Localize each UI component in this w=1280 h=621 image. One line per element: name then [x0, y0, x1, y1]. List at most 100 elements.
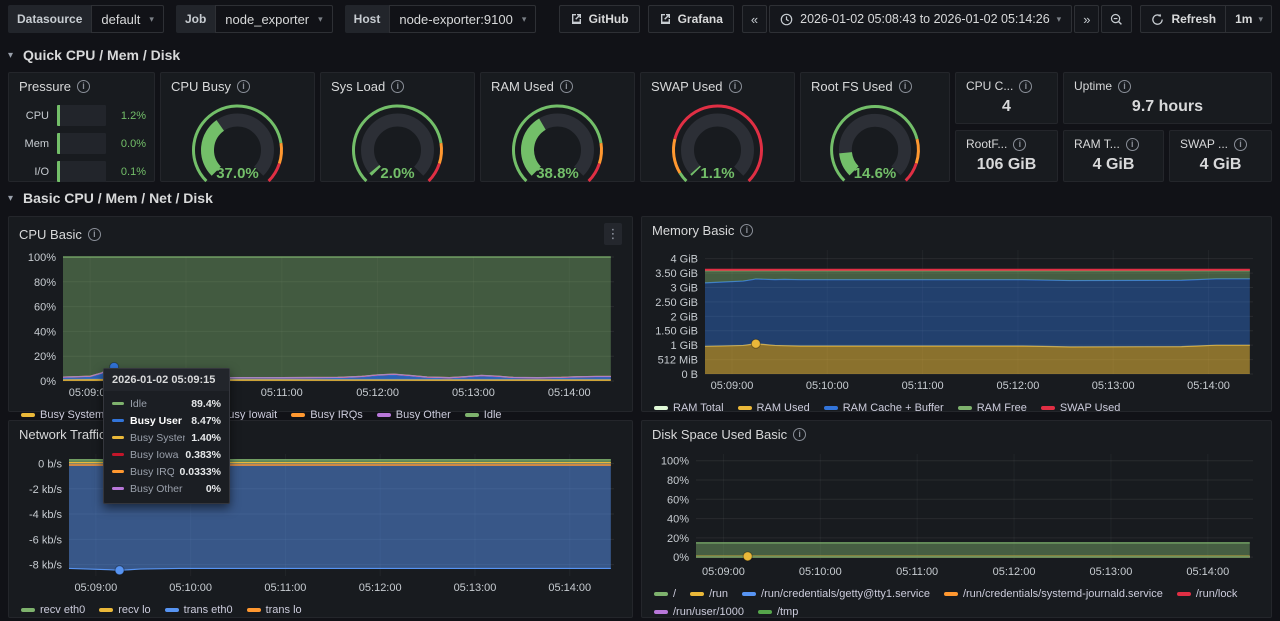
legend-label: /run/credentials/systemd-journald.servic…: [963, 587, 1163, 601]
legend-item[interactable]: RAM Free: [958, 401, 1027, 415]
legend-swatch: [165, 608, 179, 612]
pressure-value: 0.0%: [114, 138, 146, 150]
legend-swatch: [654, 592, 668, 596]
topbar: Datasource default▾ Job node_exporter▾ H…: [0, 0, 1280, 38]
refresh-button[interactable]: Refresh: [1151, 12, 1216, 26]
legend-item[interactable]: /: [654, 587, 676, 601]
gauge-value: 1.1%: [641, 165, 794, 182]
panel-title[interactable]: SWAP ...i: [1170, 131, 1271, 155]
info-icon: i: [740, 224, 753, 237]
datasource-value[interactable]: default▾: [91, 5, 164, 33]
svg-text:-4 kb/s: -4 kb/s: [29, 509, 63, 521]
host-value[interactable]: node-exporter:9100▾: [389, 5, 536, 33]
legend-swatch: [1041, 406, 1055, 410]
legend-item[interactable]: RAM Total: [654, 401, 724, 415]
legend-label: /run/user/1000: [673, 605, 744, 619]
legend-item[interactable]: trans lo: [247, 603, 302, 617]
legend-item[interactable]: SWAP Used: [1041, 401, 1121, 415]
panel-title[interactable]: CPU C...i: [956, 73, 1057, 97]
legend-swatch: [958, 406, 972, 410]
series-swatch: [112, 402, 124, 406]
tooltip-row: Busy Other0%: [104, 480, 229, 497]
zoom-out-button[interactable]: [1101, 5, 1132, 33]
legend-swatch: [377, 413, 391, 417]
panel-title[interactable]: Sys Loadi: [321, 73, 474, 98]
svg-text:05:13:00: 05:13:00: [454, 582, 497, 594]
legend-swatch: [824, 406, 838, 410]
topbar-controls: GitHub Grafana « 2026-01-02 05:08:43 to …: [559, 5, 1272, 33]
time-shift-forward-button[interactable]: »: [1074, 5, 1099, 33]
series-value: 8.47%: [191, 415, 221, 427]
pressure-bar: [57, 161, 106, 182]
chart-canvas[interactable]: 0 B512 MiB1 GiB1.50 GiB2 GiB2.50 GiB3 Gi…: [650, 242, 1263, 399]
section-quick-cpu-mem-disk[interactable]: ▾ Quick CPU / Mem / Disk: [8, 47, 180, 63]
svg-text:4 GiB: 4 GiB: [670, 254, 698, 266]
chart-canvas[interactable]: 0%20%40%60%80%100%05:09:0005:10:0005:11:…: [650, 446, 1263, 585]
job-picker[interactable]: Job node_exporter▾: [176, 5, 333, 33]
panel-title[interactable]: RootF...i: [956, 131, 1057, 155]
pressure-label: I/O: [17, 166, 49, 178]
panel-sys-load: Sys Loadi 2.0%: [320, 72, 475, 182]
panel-title[interactable]: Root FS Usedi: [801, 73, 949, 98]
pressure-label: Mem: [17, 138, 49, 150]
stat-value: 4 GiB: [1064, 156, 1163, 174]
legend-swatch: [247, 608, 261, 612]
job-value[interactable]: node_exporter▾: [215, 5, 332, 33]
legend-swatch: [654, 406, 668, 410]
tooltip-row: Busy User8.47%: [104, 412, 229, 429]
svg-text:80%: 80%: [667, 475, 689, 487]
legend-item[interactable]: recv lo: [99, 603, 150, 617]
gauge-value: 2.0%: [321, 165, 474, 182]
panel-title[interactable]: Disk Space Used Basici: [642, 421, 1271, 446]
svg-text:0 B: 0 B: [681, 369, 698, 381]
info-icon: i: [237, 80, 250, 93]
legend-item[interactable]: /tmp: [758, 605, 798, 619]
gauge-value: 14.6%: [801, 165, 949, 182]
legend-item[interactable]: /run/user/1000: [654, 605, 744, 619]
panel-disk-space-used-basic: Disk Space Used Basici 0%20%40%60%80%100…: [641, 420, 1272, 618]
series-value: 1.40%: [191, 432, 221, 444]
svg-text:60%: 60%: [667, 494, 689, 506]
panel-title[interactable]: CPU Busyi: [161, 73, 314, 98]
time-shift-back-button[interactable]: «: [742, 5, 767, 33]
legend-item[interactable]: /run/lock: [1177, 587, 1238, 601]
gauge: 37.0%: [161, 98, 314, 184]
host-picker[interactable]: Host node-exporter:9100▾: [345, 5, 537, 33]
panel-title[interactable]: CPU Basici⋮: [9, 217, 632, 249]
github-link-button[interactable]: GitHub: [559, 5, 640, 33]
svg-text:05:10:00: 05:10:00: [799, 566, 842, 578]
datasource-picker[interactable]: Datasource default▾: [8, 5, 164, 33]
panel-title[interactable]: RAM Usedi: [481, 73, 634, 98]
svg-text:40%: 40%: [34, 326, 56, 338]
svg-text:20%: 20%: [34, 351, 56, 363]
time-range-picker[interactable]: 2026-01-02 05:08:43 to 2026-01-02 05:14:…: [769, 5, 1072, 33]
grafana-dashboard: Datasource default▾ Job node_exporter▾ H…: [0, 0, 1280, 621]
svg-text:05:11:00: 05:11:00: [264, 582, 306, 594]
panel-title[interactable]: Pressurei: [9, 73, 154, 98]
panel-title[interactable]: Memory Basici: [642, 217, 1271, 242]
grafana-link-button[interactable]: Grafana: [648, 5, 734, 33]
double-chevron-left-icon: «: [751, 12, 758, 27]
legend-item[interactable]: /run/credentials/systemd-journald.servic…: [944, 587, 1163, 601]
refresh-interval-picker[interactable]: 1m▾: [1225, 6, 1263, 32]
section-basic-cpu-mem-net-disk[interactable]: ▾ Basic CPU / Mem / Net / Disk: [8, 190, 213, 206]
svg-text:0%: 0%: [673, 552, 689, 564]
legend-item[interactable]: trans eth0: [165, 603, 233, 617]
legend-item[interactable]: recv eth0: [21, 603, 85, 617]
info-icon: i: [1013, 138, 1026, 151]
legend-item[interactable]: /run/credentials/getty@tty1.service: [742, 587, 930, 601]
svg-text:100%: 100%: [661, 456, 689, 468]
legend-item[interactable]: /run: [690, 587, 728, 601]
panel-menu-icon[interactable]: ⋮: [604, 223, 622, 245]
svg-text:3.50 GiB: 3.50 GiB: [655, 268, 698, 280]
panel-title[interactable]: Uptimei: [1064, 73, 1271, 97]
svg-text:05:11:00: 05:11:00: [902, 380, 944, 392]
tooltip-rows: Idle89.4%Busy User8.47%Busy System1.40%B…: [104, 391, 229, 503]
legend-item[interactable]: RAM Cache + Buffer: [824, 401, 944, 415]
panel-title[interactable]: SWAP Usedi: [641, 73, 794, 98]
svg-text:0 b/s: 0 b/s: [38, 458, 62, 470]
double-chevron-right-icon: »: [1083, 12, 1090, 27]
chevron-down-icon: ▾: [8, 50, 13, 61]
panel-title[interactable]: RAM T...i: [1064, 131, 1163, 155]
legend-item[interactable]: RAM Used: [738, 401, 810, 415]
